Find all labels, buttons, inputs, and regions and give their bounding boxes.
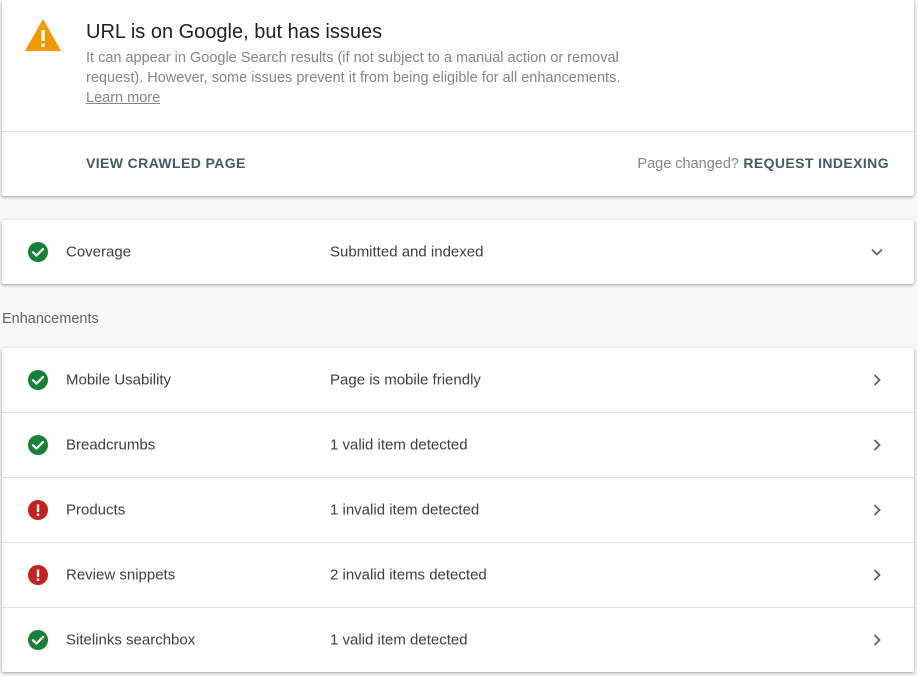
- enhancements-card: Mobile Usability Page is mobile friendly…: [2, 348, 914, 672]
- enhancement-value: 1 invalid item detected: [330, 501, 480, 519]
- error-icon: [28, 500, 48, 520]
- enhancement-value: Page is mobile friendly: [330, 371, 481, 389]
- chevron-down-icon[interactable]: [870, 245, 884, 259]
- coverage-row[interactable]: Coverage Submitted and indexed: [2, 220, 914, 284]
- enhancement-row-sitelinks-searchbox[interactable]: Sitelinks searchbox 1 valid item detecte…: [2, 607, 914, 672]
- error-icon: [28, 565, 48, 585]
- check-circle-icon: [28, 435, 48, 455]
- enhancement-row-mobile-usability[interactable]: Mobile Usability Page is mobile friendly: [2, 348, 914, 412]
- check-circle-icon: [28, 242, 48, 262]
- status-title: URL is on Google, but has issues: [86, 21, 383, 43]
- chevron-right-icon[interactable]: [870, 373, 884, 387]
- enhancement-value: 1 valid item detected: [330, 631, 468, 649]
- index-status-card: URL is on Google, but has issues It can …: [2, 0, 914, 196]
- chevron-right-icon[interactable]: [870, 568, 884, 582]
- check-circle-icon: [28, 630, 48, 650]
- page-changed-label: Page changed?: [637, 156, 739, 172]
- enhancement-label: Breadcrumbs: [66, 436, 156, 454]
- enhancement-row-review-snippets[interactable]: Review snippets 2 invalid items detected: [2, 542, 914, 607]
- enhancement-label: Mobile Usability: [66, 371, 172, 389]
- enhancement-label: Sitelinks searchbox: [66, 631, 196, 649]
- coverage-label: Coverage: [66, 243, 132, 261]
- coverage-card: Coverage Submitted and indexed: [2, 220, 914, 284]
- enhancement-row-products[interactable]: Products 1 invalid item detected: [2, 477, 914, 542]
- chevron-right-icon[interactable]: [870, 633, 884, 647]
- check-circle-icon: [28, 370, 48, 390]
- chevron-right-icon[interactable]: [870, 438, 884, 452]
- enhancement-row-breadcrumbs[interactable]: Breadcrumbs 1 valid item detected: [2, 412, 914, 477]
- enhancement-label: Review snippets: [66, 566, 176, 584]
- enhancement-value: 2 invalid items detected: [330, 566, 487, 584]
- chevron-right-icon[interactable]: [870, 503, 884, 517]
- enhancement-value: 1 valid item detected: [330, 436, 468, 454]
- coverage-value: Submitted and indexed: [330, 243, 484, 261]
- view-crawled-page-button[interactable]: VIEW CRAWLED PAGE: [86, 154, 246, 172]
- enhancements-heading: Enhancements: [2, 311, 99, 327]
- status-description: It can appear in Google Search results (…: [86, 50, 621, 86]
- divider: [2, 131, 914, 132]
- warning-icon: [25, 19, 61, 51]
- learn-more-link[interactable]: Learn more: [86, 88, 160, 108]
- request-indexing-button[interactable]: REQUEST INDEXING: [743, 154, 889, 172]
- enhancement-label: Products: [66, 501, 126, 519]
